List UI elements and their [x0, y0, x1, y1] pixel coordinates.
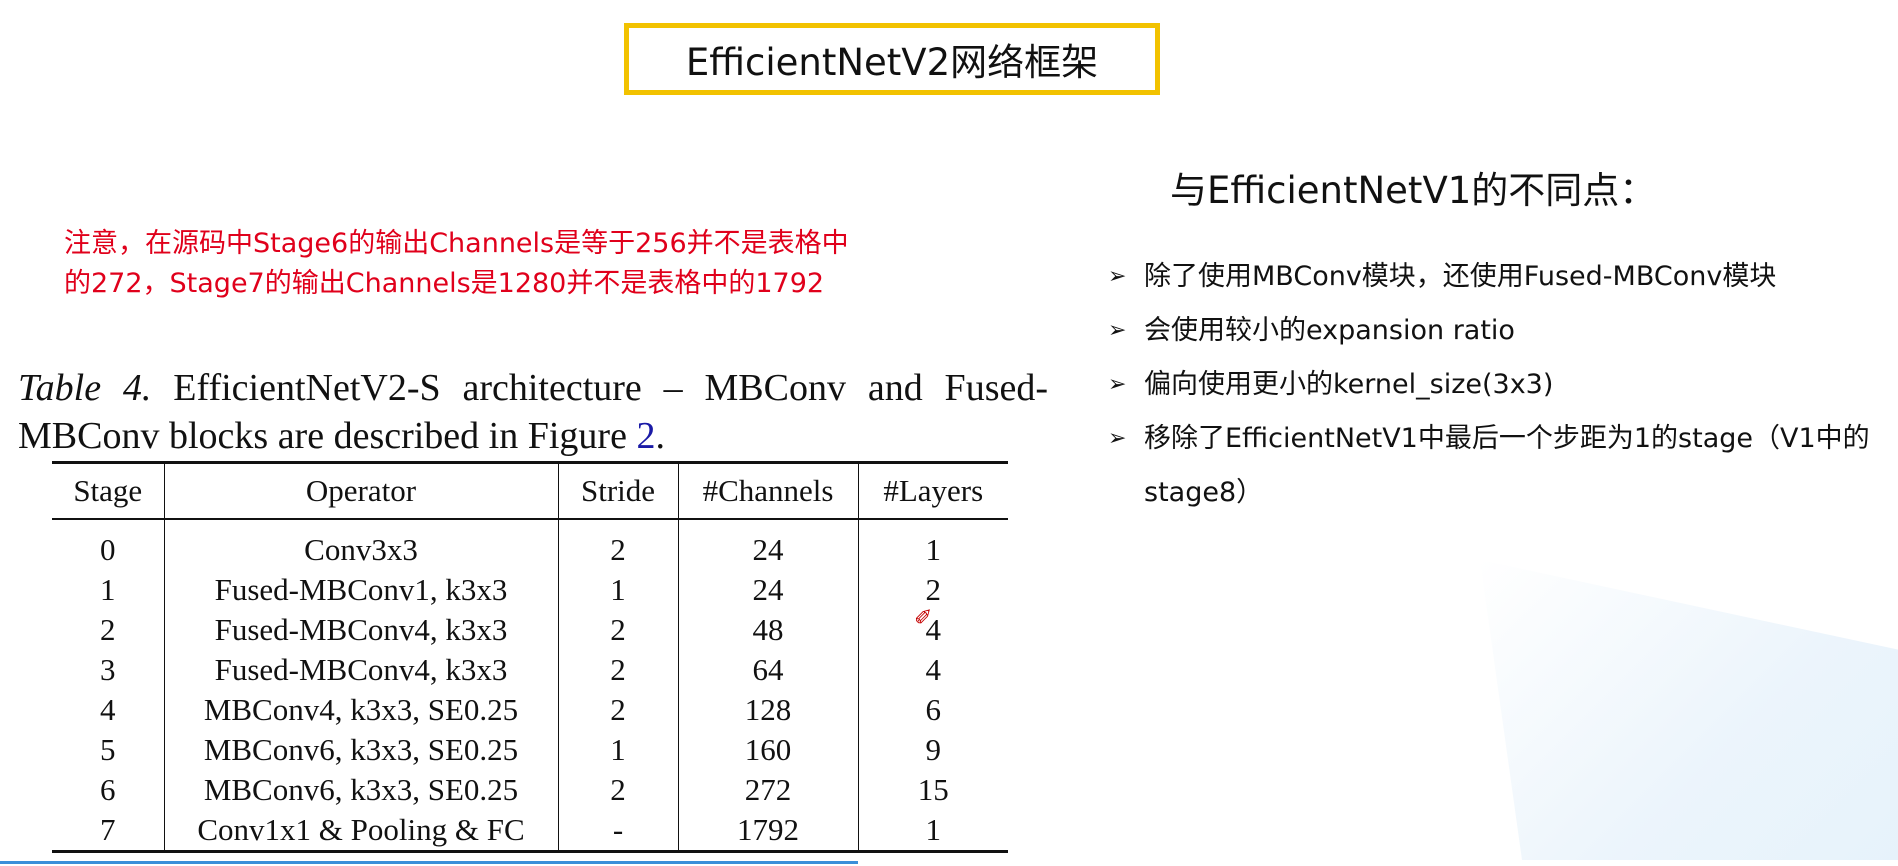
list-item-text: 除了使用MBConv模块，还使用Fused-MBConv模块: [1144, 261, 1777, 292]
arrow-bullet-icon: ➢: [1108, 372, 1127, 397]
arrow-bullet-icon: ➢: [1108, 318, 1127, 343]
cell-layers: 2: [925, 572, 942, 607]
table-row: 3 Fused-MBConv4, k3x3 2 64 4: [52, 650, 1008, 690]
list-item-text: 移除了EfficientNetV1中最后一个步距为1的stage（V1中的sta…: [1144, 423, 1870, 508]
cell-operator: Fused-MBConv1, k3x3: [164, 570, 559, 610]
cell-stride: 1: [558, 730, 679, 770]
cell-channels: 272: [678, 770, 859, 810]
cell-operator: MBConv6, k3x3, SE0.25: [164, 770, 559, 810]
cell-operator: Conv3x3: [164, 519, 559, 570]
list-item: ➢ 除了使用MBConv模块，还使用Fused-MBConv模块: [1108, 250, 1898, 304]
list-item: ➢ 移除了EfficientNetV1中最后一个步距为1的stage（V1中的s…: [1108, 412, 1898, 520]
cell-channels: 1792: [678, 810, 859, 853]
cell-stage: 4: [52, 690, 165, 730]
cell-layers: 1: [925, 532, 942, 567]
cell-channels: 24: [678, 519, 859, 570]
cell-channels: 128: [678, 690, 859, 730]
table-row: 6 MBConv6, k3x3, SE0.25 2 272 15: [52, 770, 1008, 810]
note-line-1: 注意，在源码中Stage6的输出Channels是等于256并不是表格中: [64, 228, 849, 259]
cell-stride: -: [558, 810, 679, 853]
cell-stage: 6: [52, 770, 165, 810]
cell-stride: 2: [558, 690, 679, 730]
header-channels: #Channels: [678, 461, 859, 520]
slide-title: EfficientNetV2网络框架: [685, 41, 1099, 84]
table-row: 7 Conv1x1 & Pooling & FC - 1792 1: [52, 810, 1008, 853]
differences-heading: 与EfficientNetV1的不同点：: [1170, 169, 1657, 212]
list-item: ➢ 会使用较小的expansion ratio: [1108, 304, 1898, 358]
table-row: 1 Fused-MBConv1, k3x3 1 24 2: [52, 570, 1008, 610]
table-row: 0 Conv3x3 2 24 1: [52, 519, 1008, 570]
table-header-row: Stage Operator Stride #Channels #Layers: [52, 461, 1008, 520]
caption-end: .: [655, 415, 665, 457]
table-row: 4 MBConv4, k3x3, SE0.25 2 128 6: [52, 690, 1008, 730]
cell-channels: 160: [678, 730, 859, 770]
cell-stage: 1: [52, 570, 165, 610]
arrow-bullet-icon: ➢: [1108, 264, 1127, 289]
cell-stride: 1: [558, 570, 679, 610]
cell-layers: 1: [858, 810, 1008, 853]
caption-lead: Table 4.: [18, 367, 152, 409]
cell-channels: 64: [678, 650, 859, 690]
header-stage: Stage: [52, 461, 165, 520]
cell-operator: Conv1x1 & Pooling & FC: [164, 810, 559, 853]
list-item-text: 偏向使用更小的kernel_size(3x3): [1144, 369, 1554, 400]
header-stride: Stride: [558, 461, 679, 520]
table-row: 5 MBConv6, k3x3, SE0.25 1 160 9: [52, 730, 1008, 770]
cell-stride: 2: [558, 650, 679, 690]
cell-operator: Fused-MBConv4, k3x3: [164, 610, 559, 650]
header-operator: Operator: [164, 461, 559, 520]
architecture-table: Stage Operator Stride #Channels #Layers …: [52, 461, 1008, 853]
arrow-bullet-icon: ➢: [1108, 426, 1127, 451]
cell-layers: 6: [925, 692, 942, 727]
cell-layers: 4: [925, 612, 942, 647]
cell-operator: MBConv4, k3x3, SE0.25: [164, 690, 559, 730]
list-item-text: 会使用较小的expansion ratio: [1144, 315, 1515, 346]
cell-operator: MBConv6, k3x3, SE0.25: [164, 730, 559, 770]
cell-stride: 2: [558, 519, 679, 570]
list-item: ➢ 偏向使用更小的kernel_size(3x3): [1108, 358, 1898, 412]
video-progress-bar[interactable]: [0, 861, 858, 864]
cell-layers: 15: [917, 772, 949, 807]
source-code-note: 注意，在源码中Stage6的输出Channels是等于256并不是表格中 的27…: [64, 224, 964, 304]
slide-title-box: EfficientNetV2网络框架: [624, 23, 1160, 95]
cell-channels: 24: [678, 570, 859, 610]
cell-stage: 5: [52, 730, 165, 770]
cell-stage: 2: [52, 610, 165, 650]
decorative-watermark-shape: [1480, 560, 1898, 860]
cell-stage: 0: [52, 519, 165, 570]
header-layers: #Layers: [858, 461, 1008, 520]
table-row: 2 Fused-MBConv4, k3x3 2 48 4: [52, 610, 1008, 650]
differences-list: ➢ 除了使用MBConv模块，还使用Fused-MBConv模块 ➢ 会使用较小…: [1108, 250, 1898, 520]
note-line-2: 的272，Stage7的输出Channels是1280并不是表格中的1792: [64, 268, 825, 299]
architecture-table-wrap: Stage Operator Stride #Channels #Layers …: [52, 461, 1008, 853]
cell-layers: 9: [925, 732, 942, 767]
figure-reference-link: 2: [636, 415, 656, 457]
cell-stage: 7: [52, 810, 165, 853]
cell-stride: 2: [558, 610, 679, 650]
cell-stride: 2: [558, 770, 679, 810]
cell-channels: 48: [678, 610, 859, 650]
table-caption: Table 4. EfficientNetV2-S architecture –…: [18, 364, 1048, 460]
cell-layers: 4: [925, 652, 942, 687]
pen-cursor-icon: ✐: [914, 606, 933, 631]
cell-stage: 3: [52, 650, 165, 690]
cell-operator: Fused-MBConv4, k3x3: [164, 650, 559, 690]
caption-body: EfficientNetV2-S architecture – MBConv a…: [18, 367, 1049, 457]
